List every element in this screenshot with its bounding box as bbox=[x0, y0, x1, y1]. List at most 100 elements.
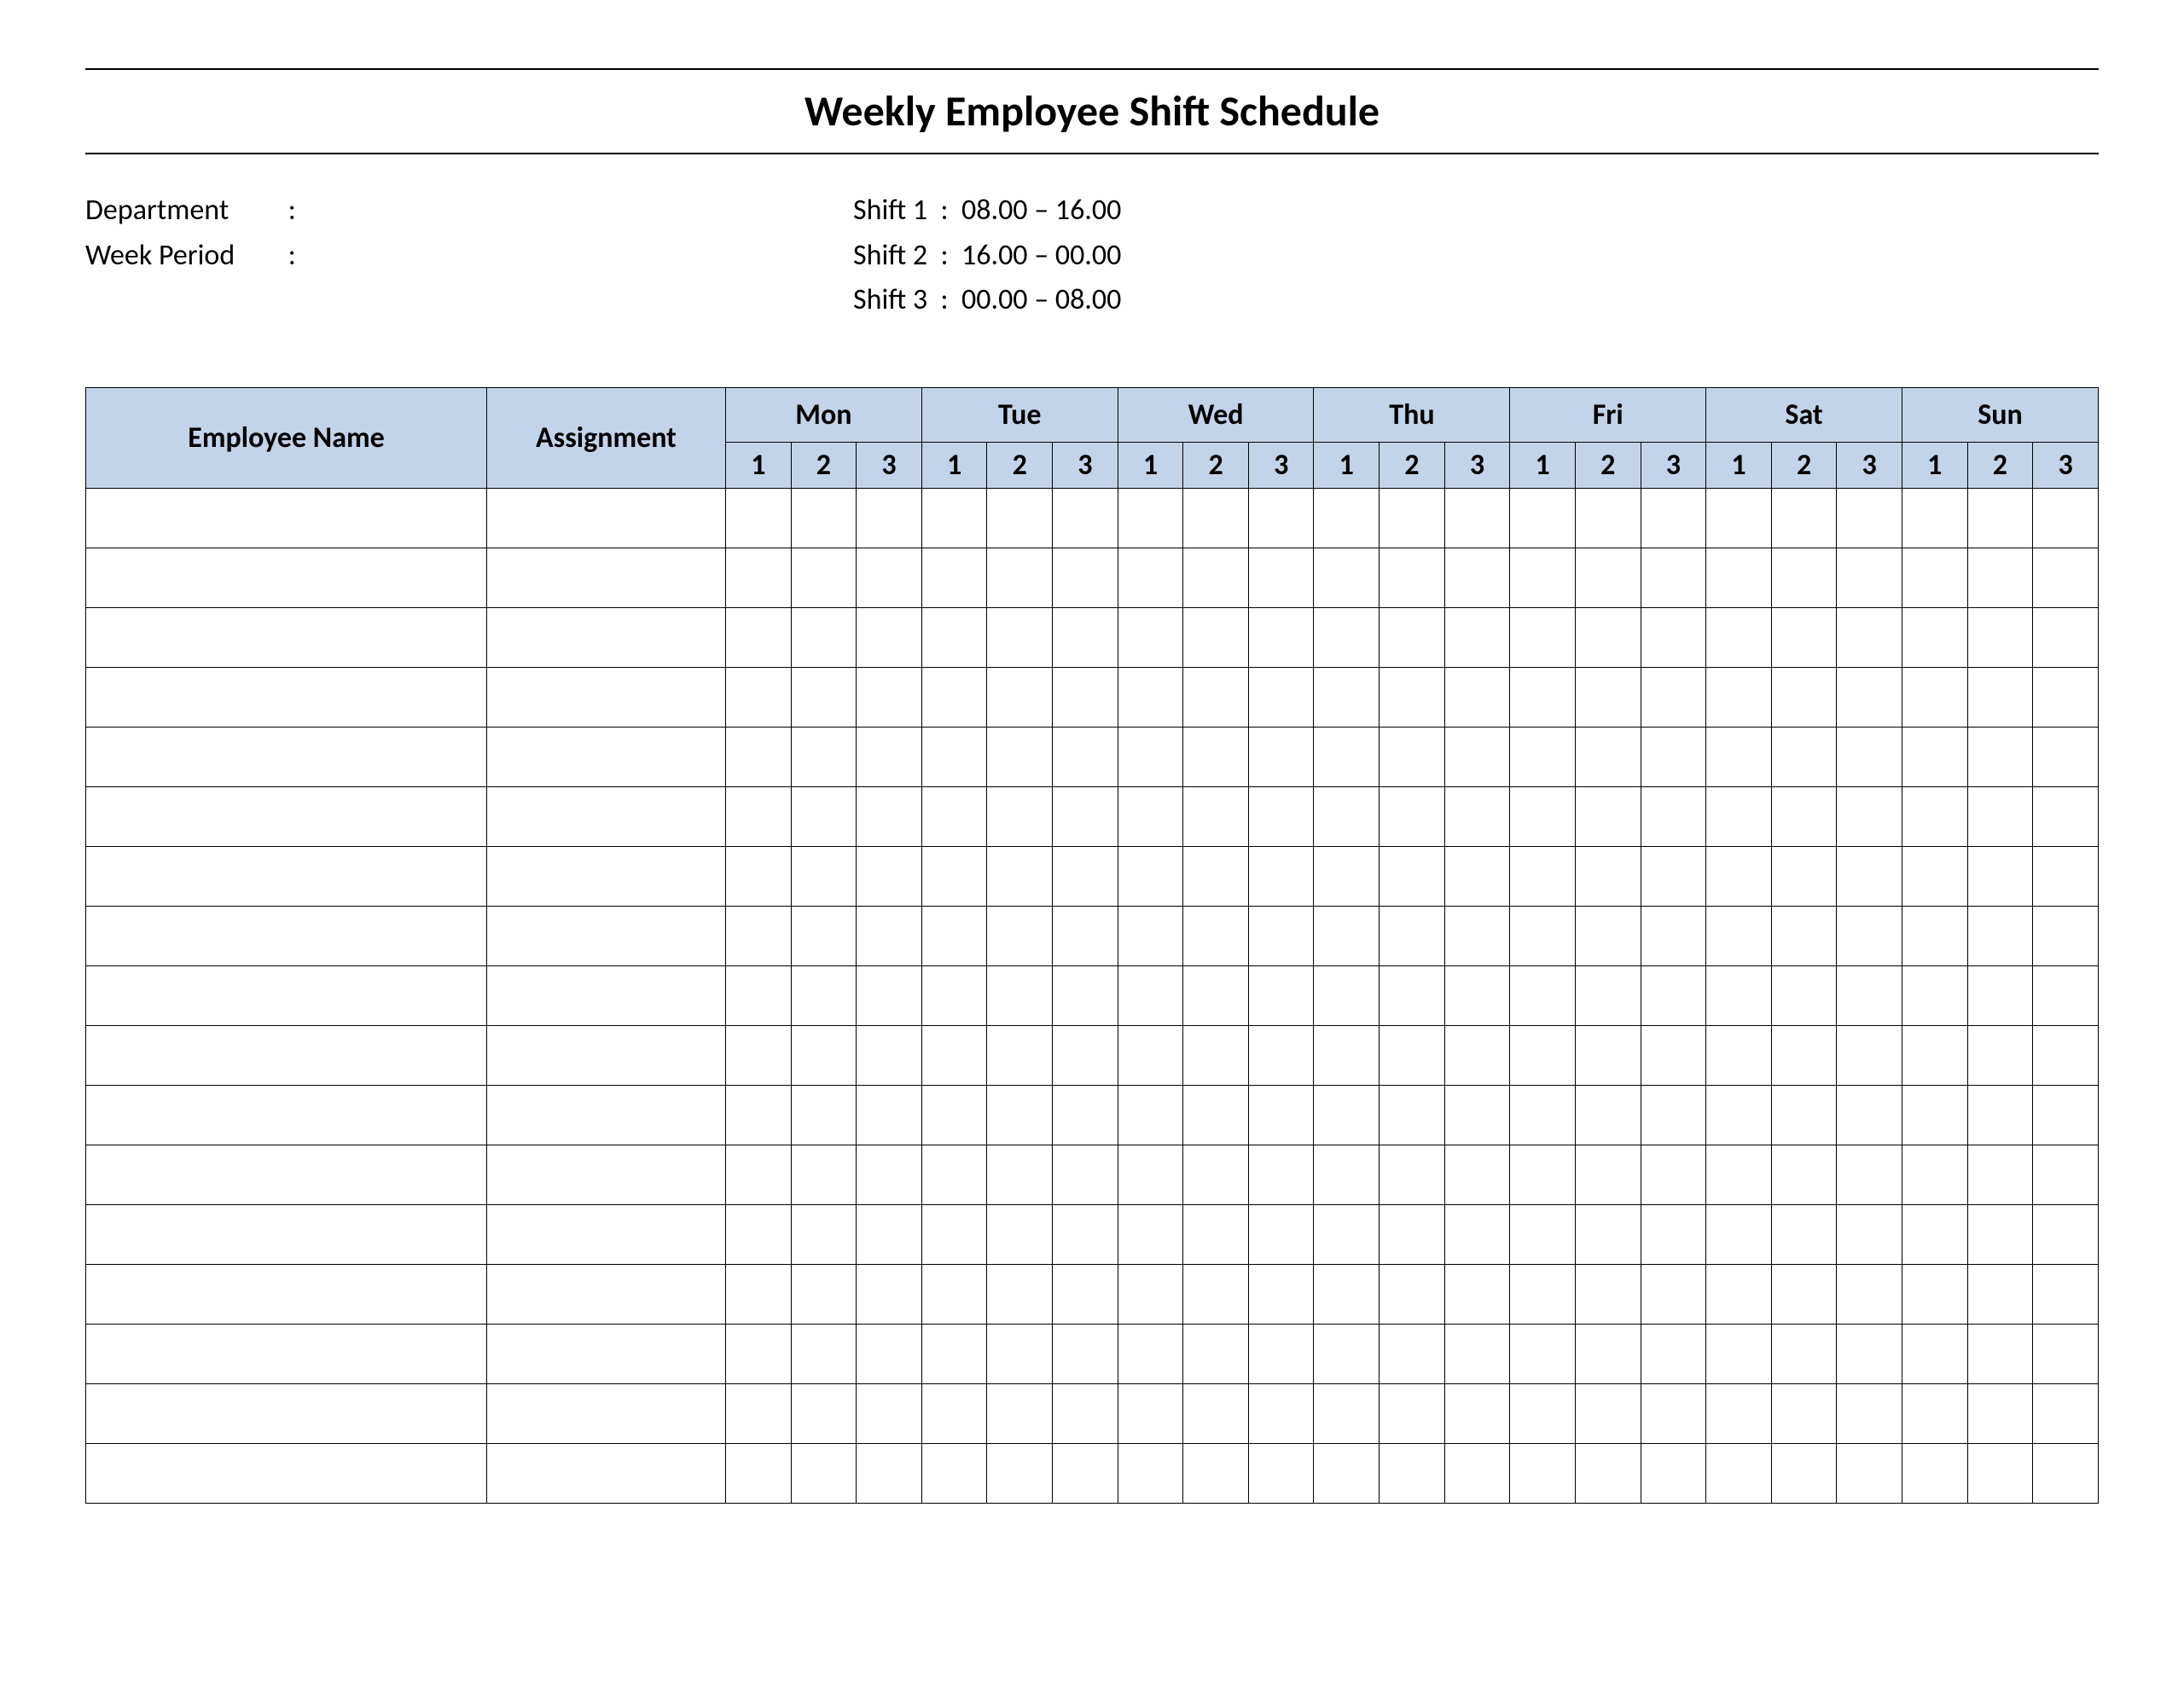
table-cell bbox=[1444, 1444, 1510, 1504]
table-cell bbox=[1902, 1384, 1967, 1444]
table-cell bbox=[1314, 907, 1380, 966]
table-cell bbox=[726, 1145, 792, 1205]
table-cell bbox=[1771, 548, 1837, 608]
header-shift-thu-3: 3 bbox=[1444, 443, 1510, 489]
table-cell bbox=[791, 608, 857, 668]
info-row: Department : Week Period : Shift 1 : 08.… bbox=[85, 188, 2099, 323]
table-cell bbox=[791, 728, 857, 787]
table-cell bbox=[1706, 489, 1772, 548]
table-cell bbox=[1248, 608, 1314, 668]
shift1-sep: : bbox=[941, 193, 949, 228]
header-shift-mon-1: 1 bbox=[726, 443, 792, 489]
table-cell bbox=[1053, 668, 1118, 728]
table-cell bbox=[1967, 1026, 2033, 1086]
table-cell bbox=[1706, 1444, 1772, 1504]
table-cell bbox=[1575, 1205, 1641, 1265]
table-cell bbox=[791, 489, 857, 548]
table-cell bbox=[1444, 728, 1510, 787]
table-cell bbox=[921, 1086, 987, 1145]
table-cell bbox=[857, 1086, 922, 1145]
table-cell bbox=[1248, 847, 1314, 907]
table-cell bbox=[1183, 1205, 1249, 1265]
header-shift-thu-1: 1 bbox=[1314, 443, 1380, 489]
table-cell bbox=[1248, 907, 1314, 966]
table-cell bbox=[791, 787, 857, 847]
table-cell bbox=[1380, 608, 1445, 668]
table-cell bbox=[857, 1205, 922, 1265]
table-cell bbox=[726, 787, 792, 847]
table-cell bbox=[1183, 728, 1249, 787]
table-cell bbox=[2033, 1145, 2099, 1205]
title-block: Weekly Employee Shift Schedule bbox=[85, 68, 2099, 154]
header-shift-thu-2: 2 bbox=[1380, 443, 1445, 489]
table-cell bbox=[2033, 489, 2099, 548]
table-cell bbox=[726, 1026, 792, 1086]
table-cell bbox=[1314, 608, 1380, 668]
table-cell bbox=[921, 608, 987, 668]
table-cell bbox=[1510, 787, 1576, 847]
table-cell bbox=[1118, 1325, 1183, 1384]
table-cell bbox=[1248, 1205, 1314, 1265]
table-cell bbox=[1902, 1325, 1967, 1384]
table-cell bbox=[86, 966, 487, 1026]
table-row bbox=[86, 787, 2099, 847]
table-cell bbox=[1053, 728, 1118, 787]
table-cell bbox=[1444, 1145, 1510, 1205]
table-cell bbox=[1837, 608, 1902, 668]
table-cell bbox=[1837, 728, 1902, 787]
table-cell bbox=[791, 847, 857, 907]
page-title: Weekly Employee Shift Schedule bbox=[85, 85, 2099, 137]
table-cell bbox=[1641, 489, 1706, 548]
table-cell bbox=[791, 1205, 857, 1265]
table-cell bbox=[1314, 1384, 1380, 1444]
table-cell bbox=[1575, 548, 1641, 608]
table-cell bbox=[86, 489, 487, 548]
table-cell bbox=[1902, 787, 1967, 847]
table-cell bbox=[1053, 1026, 1118, 1086]
table-cell bbox=[1641, 1444, 1706, 1504]
table-cell bbox=[1706, 1086, 1772, 1145]
table-cell bbox=[1118, 668, 1183, 728]
table-cell bbox=[487, 1205, 726, 1265]
table-cell bbox=[1706, 966, 1772, 1026]
table-cell bbox=[2033, 728, 2099, 787]
schedule-thead: Employee NameAssignmentMonTueWedThuFriSa… bbox=[86, 388, 2099, 489]
table-cell bbox=[791, 1145, 857, 1205]
table-row bbox=[86, 966, 2099, 1026]
table-cell bbox=[86, 1205, 487, 1265]
table-row bbox=[86, 1205, 2099, 1265]
table-cell bbox=[1380, 489, 1445, 548]
department-sep: : bbox=[288, 193, 296, 228]
table-cell bbox=[1053, 1265, 1118, 1325]
table-cell bbox=[1706, 1145, 1772, 1205]
table-cell bbox=[86, 847, 487, 907]
table-cell bbox=[987, 787, 1053, 847]
table-cell bbox=[1183, 668, 1249, 728]
table-cell bbox=[1706, 907, 1772, 966]
table-cell bbox=[1771, 608, 1837, 668]
table-cell bbox=[1183, 608, 1249, 668]
table-cell bbox=[1575, 847, 1641, 907]
table-cell bbox=[1380, 1265, 1445, 1325]
table-cell bbox=[1771, 728, 1837, 787]
table-cell bbox=[1902, 1444, 1967, 1504]
table-cell bbox=[921, 728, 987, 787]
shift2-label: Shift 2 bbox=[853, 238, 927, 273]
table-cell bbox=[1902, 1026, 1967, 1086]
table-cell bbox=[1248, 1325, 1314, 1384]
table-cell bbox=[1380, 847, 1445, 907]
table-cell bbox=[857, 608, 922, 668]
table-cell bbox=[1314, 489, 1380, 548]
table-cell bbox=[1575, 787, 1641, 847]
table-cell bbox=[1118, 1265, 1183, 1325]
schedule-table: Employee NameAssignmentMonTueWedThuFriSa… bbox=[85, 387, 2099, 1504]
document-page: Weekly Employee Shift Schedule Departmen… bbox=[0, 0, 2184, 1572]
table-cell bbox=[1837, 489, 1902, 548]
table-cell bbox=[1314, 1026, 1380, 1086]
table-cell bbox=[1118, 847, 1183, 907]
table-cell bbox=[1053, 1384, 1118, 1444]
table-cell bbox=[1641, 1205, 1706, 1265]
table-cell bbox=[1183, 1384, 1249, 1444]
table-cell bbox=[1053, 787, 1118, 847]
table-cell bbox=[86, 1265, 487, 1325]
